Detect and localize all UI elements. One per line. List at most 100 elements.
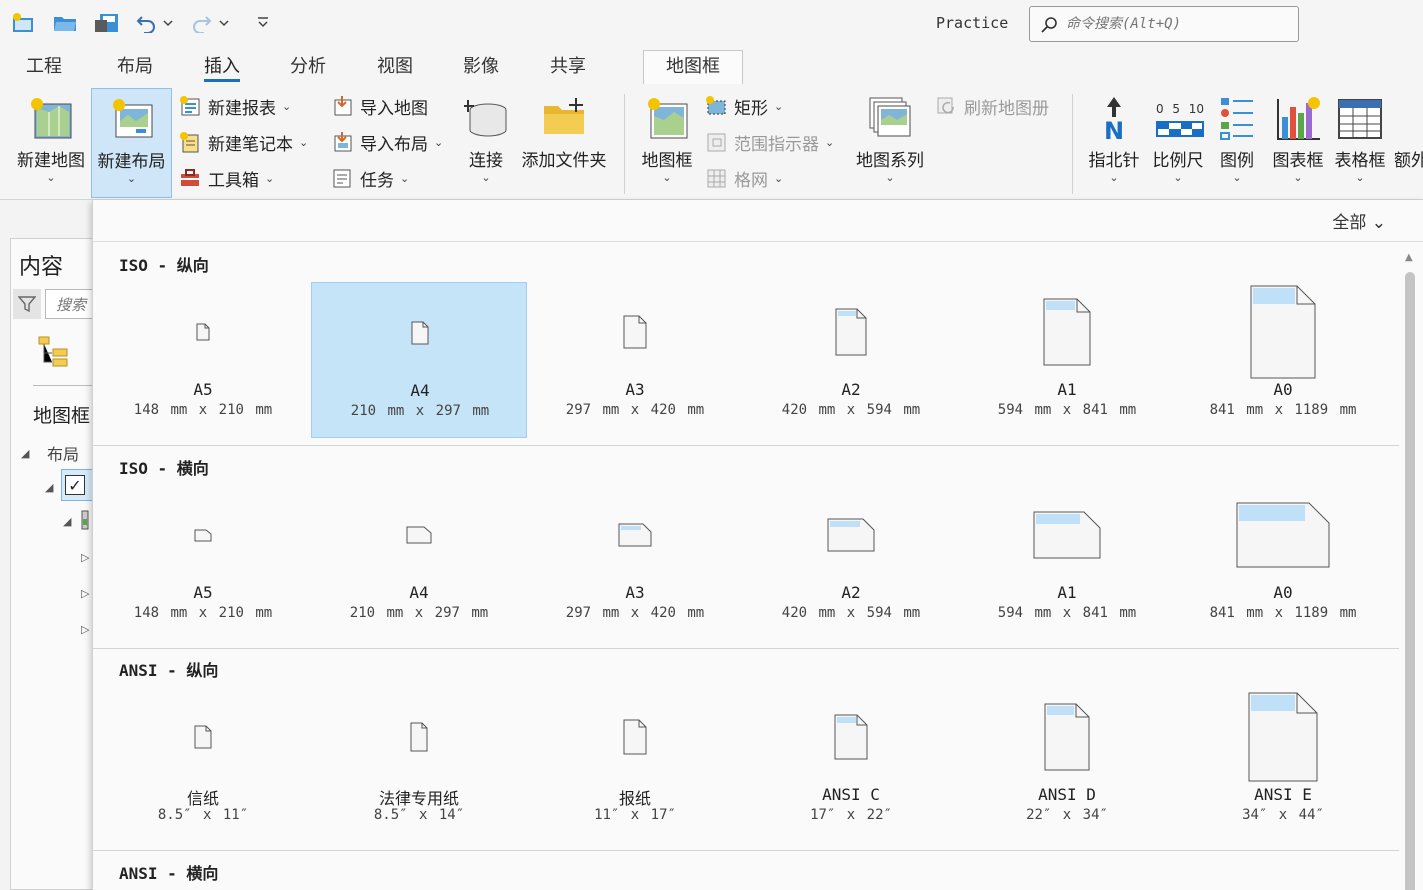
gallery-filter-dropdown[interactable]: 全部 ⌄ <box>1332 208 1386 233</box>
page-size-option[interactable]: A2 420 mm x 594 mm <box>743 485 959 641</box>
import-layout-button[interactable]: 导入布局 ⌄ <box>330 128 443 156</box>
arcgis-pro-window: Practice 工程 布局 插入 分析 视图 影像 共享 地图框 新建地图 ⌄ <box>0 0 1423 890</box>
chevron-down-icon: ⌄ <box>1355 171 1365 184</box>
tab-analysis[interactable]: 分析 <box>290 54 326 82</box>
chevron-down-icon: ⌄ <box>662 171 672 184</box>
legend-label: 图例 <box>1220 151 1254 171</box>
section-divider <box>93 445 1399 446</box>
page-size-option[interactable]: A0 841 mm x 1189 mm <box>1175 485 1391 641</box>
page-size-option-selected[interactable]: A4 210 mm x 297 mm <box>311 282 527 438</box>
north-arrow-button[interactable]: N 指北针 ⌄ <box>1084 88 1144 198</box>
portrait-page-icon <box>527 282 743 382</box>
scroll-up-icon[interactable]: ▲ <box>1405 252 1413 263</box>
list-by-drawing-order-icon[interactable] <box>37 335 73 375</box>
chevron-down-icon: ⌄ <box>1366 213 1386 233</box>
landscape-page-icon <box>1175 485 1391 585</box>
page-size-name: 法律专用纸 <box>378 789 459 808</box>
portrait-page-icon <box>527 687 743 787</box>
new-notebook-button[interactable]: 新建笔记本 ⌄ <box>178 128 308 156</box>
command-search-box[interactable] <box>1029 6 1299 42</box>
new-report-button[interactable]: 新建报表 ⌄ <box>178 92 291 120</box>
chevron-down-icon: ⌄ <box>1109 171 1119 184</box>
page-size-option[interactable]: A2 420 mm x 594 mm <box>743 282 959 438</box>
refresh-atlas-button[interactable]: 刷新地图册 <box>934 92 1049 120</box>
page-size-option[interactable]: A3 297 mm x 420 mm <box>527 485 743 641</box>
import-map-button[interactable]: 导入地图 <box>330 92 428 120</box>
refresh-atlas-label: 刷新地图册 <box>964 98 1049 119</box>
map-series-button[interactable]: 地图系列 ⌄ <box>852 88 928 198</box>
undo-dropdown-icon[interactable] <box>160 10 176 36</box>
chevron-down-icon: ⌄ <box>481 171 491 184</box>
page-size-dimensions: 17″ x 22″ <box>810 807 892 823</box>
section-title: ANSI - 横向 <box>119 864 219 883</box>
legend-button[interactable]: 图例 ⌄ <box>1212 88 1262 198</box>
page-size-option[interactable]: ANSI D 22″ x 34″ <box>959 687 1175 843</box>
collapse-icon[interactable]: ◢ <box>63 515 71 528</box>
tab-map-frame[interactable]: 地图框 <box>643 50 743 84</box>
section-title: ISO - 横向 <box>119 459 209 478</box>
checkbox-checked-icon[interactable]: ✓ <box>65 475 85 495</box>
page-size-option[interactable]: A4 210 mm x 297 mm <box>311 485 527 641</box>
layout-tree-item[interactable]: 布局 <box>47 441 79 465</box>
command-search-input[interactable] <box>1066 13 1286 35</box>
filter-icon[interactable] <box>13 289 41 319</box>
tab-project[interactable]: 工程 <box>26 54 62 82</box>
tab-view[interactable]: 视图 <box>377 54 413 82</box>
ribbon-separator <box>624 94 625 194</box>
page-size-option[interactable]: A1 594 mm x 841 mm <box>959 282 1175 438</box>
task-icon <box>330 166 354 190</box>
page-size-dimensions: 841 mm x 1189 mm <box>1209 402 1357 418</box>
refresh-icon <box>934 94 958 118</box>
page-size-dimensions: 297 mm x 420 mm <box>565 605 705 621</box>
redo-dropdown-icon[interactable] <box>216 10 232 36</box>
page-size-option[interactable]: ANSI E 34″ x 44″ <box>1175 687 1391 843</box>
import-layout-label: 导入布局 <box>360 134 428 155</box>
customize-toolbar-icon[interactable] <box>250 10 276 36</box>
connect-button[interactable]: 连接 ⌄ <box>460 88 512 198</box>
table-frame-button[interactable]: 表格框 ⌄ <box>1330 88 1390 198</box>
page-size-option[interactable]: A1 594 mm x 841 mm <box>959 485 1175 641</box>
toolbox-button[interactable]: 工具箱 ⌄ <box>178 164 274 192</box>
page-size-option[interactable]: A5 148 mm x 210 mm <box>95 282 311 438</box>
tab-imagery[interactable]: 影像 <box>463 54 499 82</box>
add-folder-button[interactable]: 添加文件夹 <box>518 88 610 198</box>
expand-icon[interactable]: ▷ <box>81 623 89 636</box>
map-frame-button[interactable]: 地图框 ⌄ <box>636 88 698 198</box>
chart-frame-button[interactable]: 图表框 ⌄ <box>1268 88 1328 198</box>
page-size-option[interactable]: A5 148 mm x 210 mm <box>95 485 311 641</box>
open-project-icon[interactable] <box>52 10 78 36</box>
new-map-button[interactable]: 新建地图 ⌄ <box>12 88 90 198</box>
toolbox-icon <box>178 166 202 190</box>
page-size-option[interactable]: A0 841 mm x 1189 mm <box>1175 282 1391 438</box>
collapse-icon[interactable]: ◢ <box>45 481 53 494</box>
rectangle-button[interactable]: 矩形 ⌄ <box>704 92 783 120</box>
section-iso-portrait: ISO - 纵向 A5 148 mm x 210 mm A4 210 mm x … <box>93 244 1399 446</box>
new-layout-button[interactable]: 新建布局 ⌄ <box>91 88 172 198</box>
task-button[interactable]: 任务 ⌄ <box>330 164 409 192</box>
scrollbar-thumb[interactable] <box>1405 272 1415 890</box>
expand-icon[interactable]: ▷ <box>81 587 89 600</box>
page-size-option[interactable]: 信纸 8.5″ x 11″ <box>95 687 311 843</box>
page-size-option[interactable]: ANSI C 17″ x 22″ <box>743 687 959 843</box>
undo-icon[interactable] <box>134 10 160 36</box>
expand-icon[interactable]: ▷ <box>81 551 89 564</box>
tab-insert[interactable]: 插入 <box>204 54 240 82</box>
page-size-option[interactable]: 报纸 11″ x 17″ <box>527 687 743 843</box>
gallery-scrollbar[interactable]: ▲ <box>1399 244 1421 890</box>
chevron-down-icon: ⌄ <box>1293 171 1303 184</box>
collapse-icon[interactable]: ◢ <box>21 447 29 460</box>
svg-text:N: N <box>1104 117 1124 141</box>
page-size-option[interactable]: 法律专用纸 8.5″ x 14″ <box>311 687 527 843</box>
redo-icon[interactable] <box>188 10 214 36</box>
tab-share[interactable]: 共享 <box>550 54 586 82</box>
page-size-name: ANSI C <box>822 785 880 804</box>
page-size-option[interactable]: A3 297 mm x 420 mm <box>527 282 743 438</box>
tab-layout[interactable]: 布局 <box>117 54 153 82</box>
new-project-icon[interactable] <box>10 10 36 36</box>
section-ansi-landscape: ANSI - 横向 <box>93 852 1399 890</box>
extent-indicator-button[interactable]: 范围指示器 ⌄ <box>704 128 834 156</box>
save-icon[interactable] <box>94 10 120 36</box>
grid-button[interactable]: 格网 ⌄ <box>704 164 783 192</box>
extra-button[interactable]: 额外 <box>1394 88 1423 198</box>
scale-bar-button[interactable]: 0 5 10 比例尺 ⌄ <box>1148 88 1208 198</box>
